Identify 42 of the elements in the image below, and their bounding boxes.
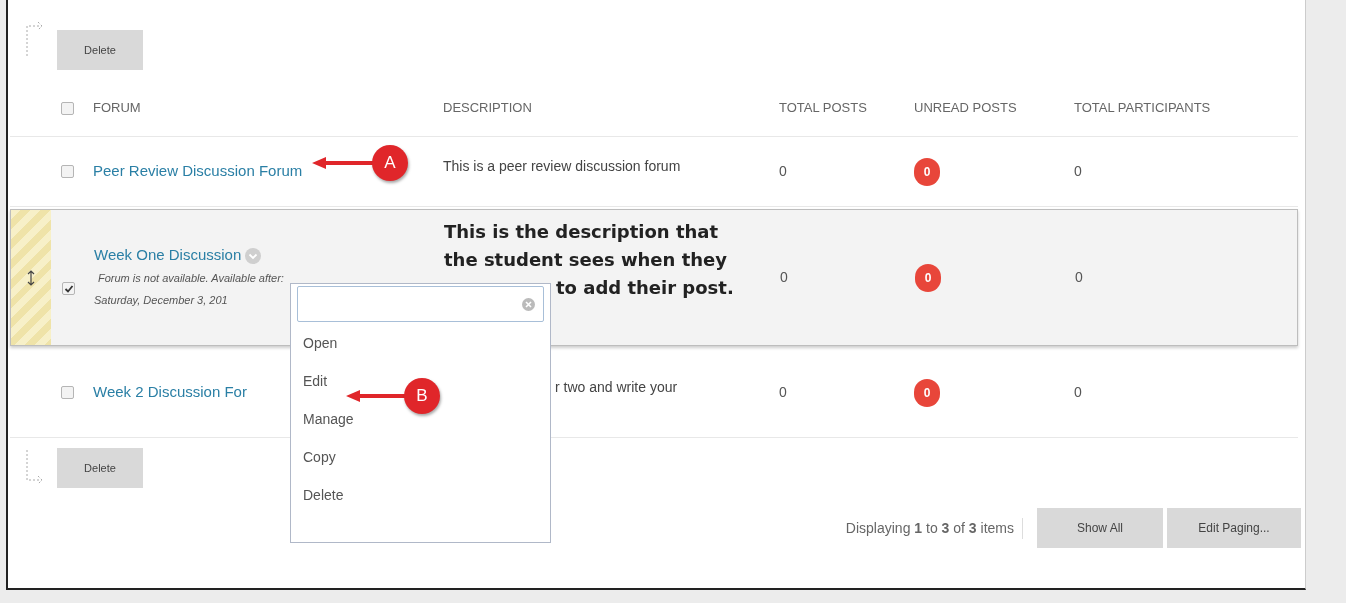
- forum-link[interactable]: Week One Discussion: [94, 244, 242, 267]
- chevron-down-icon[interactable]: [245, 247, 262, 264]
- column-header: UNREAD POSTS: [914, 99, 1018, 118]
- column-header: DESCRIPTION: [443, 99, 533, 118]
- total-participants: 0: [1074, 383, 1083, 402]
- unread-badge: 0: [914, 378, 940, 407]
- delete-button[interactable]: Delete: [57, 30, 143, 70]
- drag-handle-icon: [27, 269, 35, 286]
- total-participants: 0: [1075, 268, 1084, 287]
- clear-icon[interactable]: [522, 297, 535, 311]
- total-posts: 0: [780, 268, 789, 287]
- drag-handle[interactable]: [11, 210, 51, 345]
- forum-link[interactable]: Week 2 Discussion For: [93, 381, 247, 404]
- unread-badge: 0: [915, 263, 941, 292]
- checkbox[interactable]: [61, 165, 74, 178]
- total-posts: 0: [779, 383, 788, 402]
- callout-arrow: [346, 389, 406, 403]
- checkbox[interactable]: [61, 101, 74, 115]
- description-text: the student sees when they: [444, 248, 728, 272]
- availability-note: Saturday, December 3, 201: [94, 292, 228, 308]
- description-text: This is the description that: [444, 220, 720, 244]
- description-text: r two and write your: [554, 378, 679, 397]
- availability-note: Forum is not available. Available after:: [97, 270, 284, 286]
- delete-button[interactable]: Delete: [57, 448, 143, 488]
- description-text: This is a peer review discussion forum: [443, 157, 682, 176]
- edit-paging-button[interactable]: Edit Paging...: [1167, 508, 1301, 548]
- paging-summary: Displaying 1 to 3 of 3 items: [845, 517, 1023, 539]
- description-text: to add their post.: [555, 276, 735, 300]
- total-participants: 0: [1074, 162, 1083, 181]
- column-header: TOTAL PARTICIPANTS: [1074, 99, 1212, 118]
- callout-arrow: [312, 156, 374, 170]
- forum-link[interactable]: Peer Review Discussion Forum: [93, 160, 303, 183]
- column-header: FORUM: [93, 99, 142, 118]
- total-posts: 0: [779, 162, 788, 181]
- menu-item[interactable]: Delete: [303, 484, 550, 506]
- checkbox[interactable]: [62, 282, 75, 295]
- menu-item[interactable]: Copy: [303, 446, 550, 468]
- checkbox[interactable]: [61, 386, 74, 399]
- column-header: TOTAL POSTS: [779, 99, 868, 118]
- unread-badge: 0: [914, 157, 940, 186]
- show-all-button[interactable]: Show All: [1037, 508, 1163, 548]
- menu-search-field[interactable]: [297, 286, 544, 322]
